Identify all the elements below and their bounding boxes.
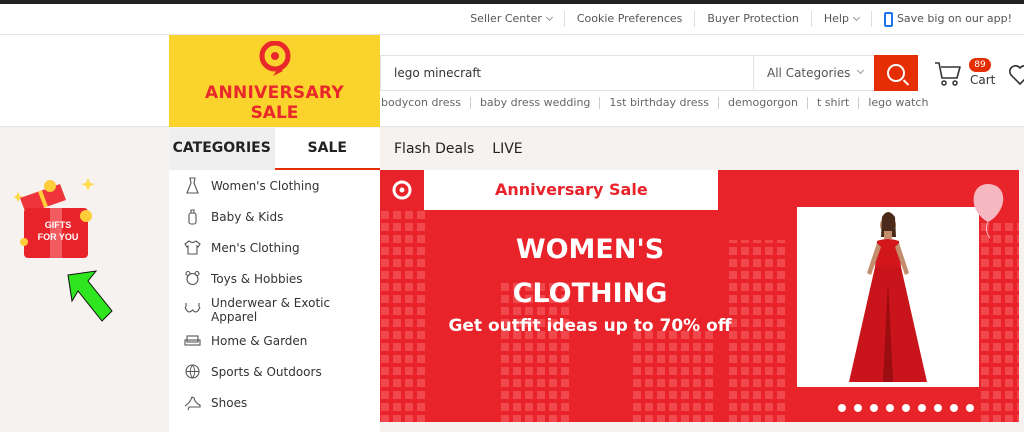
chevron-down-icon: [545, 13, 553, 22]
category-list: Women's Clothing Baby & Kids Men's Cloth…: [169, 170, 380, 432]
carousel-dot[interactable]: [918, 404, 926, 412]
carousel-dot[interactable]: [838, 404, 846, 412]
heel-icon: [184, 394, 201, 411]
tab-sale[interactable]: SALE: [274, 128, 380, 170]
buyer-protection-link[interactable]: Buyer Protection: [694, 11, 810, 27]
logo-line-1: ANNIVERSARY: [205, 83, 344, 103]
category-tabs: CATEGORIES SALE: [169, 128, 380, 170]
banner-subline: Get outfit ideas up to 70% off: [448, 316, 732, 336]
carousel-dot[interactable]: [950, 404, 958, 412]
baby-bottle-icon: [184, 208, 201, 225]
category-item-underwear[interactable]: Underwear & Exotic Apparel: [169, 294, 380, 325]
flash-deals-link[interactable]: Flash Deals: [394, 141, 474, 157]
gifts-for-you-button[interactable]: GIFTS FOR YOU: [12, 172, 104, 262]
category-item-shoes[interactable]: Shoes: [169, 387, 380, 418]
carousel-dots: [834, 404, 978, 412]
cookie-preferences-link[interactable]: Cookie Preferences: [563, 11, 695, 27]
dress-icon: [184, 177, 201, 194]
category-item-home-garden[interactable]: Home & Garden: [169, 325, 380, 356]
ball-icon: [184, 363, 201, 380]
top-links: Seller Center Cookie Preferences Buyer P…: [458, 4, 1024, 34]
gift-label-2: FOR YOU: [38, 232, 79, 242]
model-in-red-dress-image: [849, 212, 927, 382]
suggestion-link[interactable]: baby dress wedding: [469, 97, 599, 109]
chevron-down-icon: [856, 66, 865, 75]
suggestion-link[interactable]: lego watch: [858, 97, 937, 109]
category-item-womens-clothing[interactable]: Women's Clothing: [169, 170, 380, 201]
main-nav: Flash Deals LIVE: [394, 128, 541, 170]
search-bar: lego minecraft All Categories: [380, 55, 918, 91]
bra-icon: [184, 301, 201, 318]
carousel-dot[interactable]: [886, 404, 894, 412]
category-select[interactable]: All Categories: [753, 56, 875, 90]
hero-banner[interactable]: Anniversary Sale WOMEN'S CLOTHING Get ou…: [380, 170, 1019, 422]
carousel-dot[interactable]: [902, 404, 910, 412]
suggestion-link[interactable]: demogorgon: [718, 97, 807, 109]
seller-center-link[interactable]: Seller Center: [458, 11, 564, 27]
search-icon: [887, 64, 905, 82]
gift-box-icon: GIFTS FOR YOU: [12, 178, 95, 258]
sofa-icon: [184, 332, 201, 349]
carousel-dot[interactable]: [854, 404, 862, 412]
suggestion-link[interactable]: 1st birthday dress: [599, 97, 718, 109]
category-item-mens-clothing[interactable]: Men's Clothing: [169, 232, 380, 263]
balloon-icon: [973, 184, 1004, 238]
product-photo: [797, 207, 979, 387]
cart-icon: [935, 62, 961, 86]
search-suggestions: bodycon dress baby dress wedding 1st bir…: [381, 97, 937, 109]
carousel-dot[interactable]: [966, 404, 974, 412]
green-arrow-icon: [67, 270, 113, 322]
search-button[interactable]: [874, 55, 918, 91]
carousel-dot[interactable]: [870, 404, 878, 412]
app-promo-link[interactable]: Save big on our app!: [870, 11, 1024, 27]
phone-icon: [883, 11, 893, 27]
category-item-toys-hobbies[interactable]: Toys & Hobbies: [169, 263, 380, 294]
banner-tag-title: Anniversary Sale: [495, 180, 648, 199]
header: ANNIVERSARY SALE lego minecraft All Cate…: [0, 35, 1024, 127]
toy-bear-icon: [184, 270, 201, 287]
live-link[interactable]: LIVE: [492, 141, 522, 157]
suggestion-link[interactable]: bodycon dress: [381, 97, 470, 109]
tab-categories[interactable]: CATEGORIES: [169, 128, 275, 170]
logo-line-2: SALE: [250, 103, 299, 123]
cart-count-badge: 89: [969, 58, 991, 72]
anniversary-logo-icon: [259, 41, 291, 76]
wishlist-heart-icon[interactable]: [1008, 64, 1024, 86]
search-input[interactable]: lego minecraft: [394, 56, 481, 90]
category-item-baby-kids[interactable]: Baby & Kids: [169, 201, 380, 232]
chevron-down-icon: [852, 13, 860, 22]
cart-label: Cart: [970, 73, 996, 87]
cart-button[interactable]: 89 Cart: [934, 57, 996, 91]
help-link[interactable]: Help: [810, 11, 871, 27]
anniversary-sale-logo[interactable]: ANNIVERSARY SALE: [169, 35, 380, 127]
suggestion-link[interactable]: t shirt: [806, 97, 858, 109]
anniversary-badge-icon: [380, 170, 424, 210]
banner-headline: WOMEN'S CLOTHING: [512, 234, 668, 309]
top-bar: Seller Center Cookie Preferences Buyer P…: [0, 4, 1024, 35]
shirt-icon: [184, 239, 201, 256]
gift-label-1: GIFTS: [45, 220, 72, 230]
carousel-dot[interactable]: [934, 404, 942, 412]
category-item-sports-outdoors[interactable]: Sports & Outdoors: [169, 356, 380, 387]
